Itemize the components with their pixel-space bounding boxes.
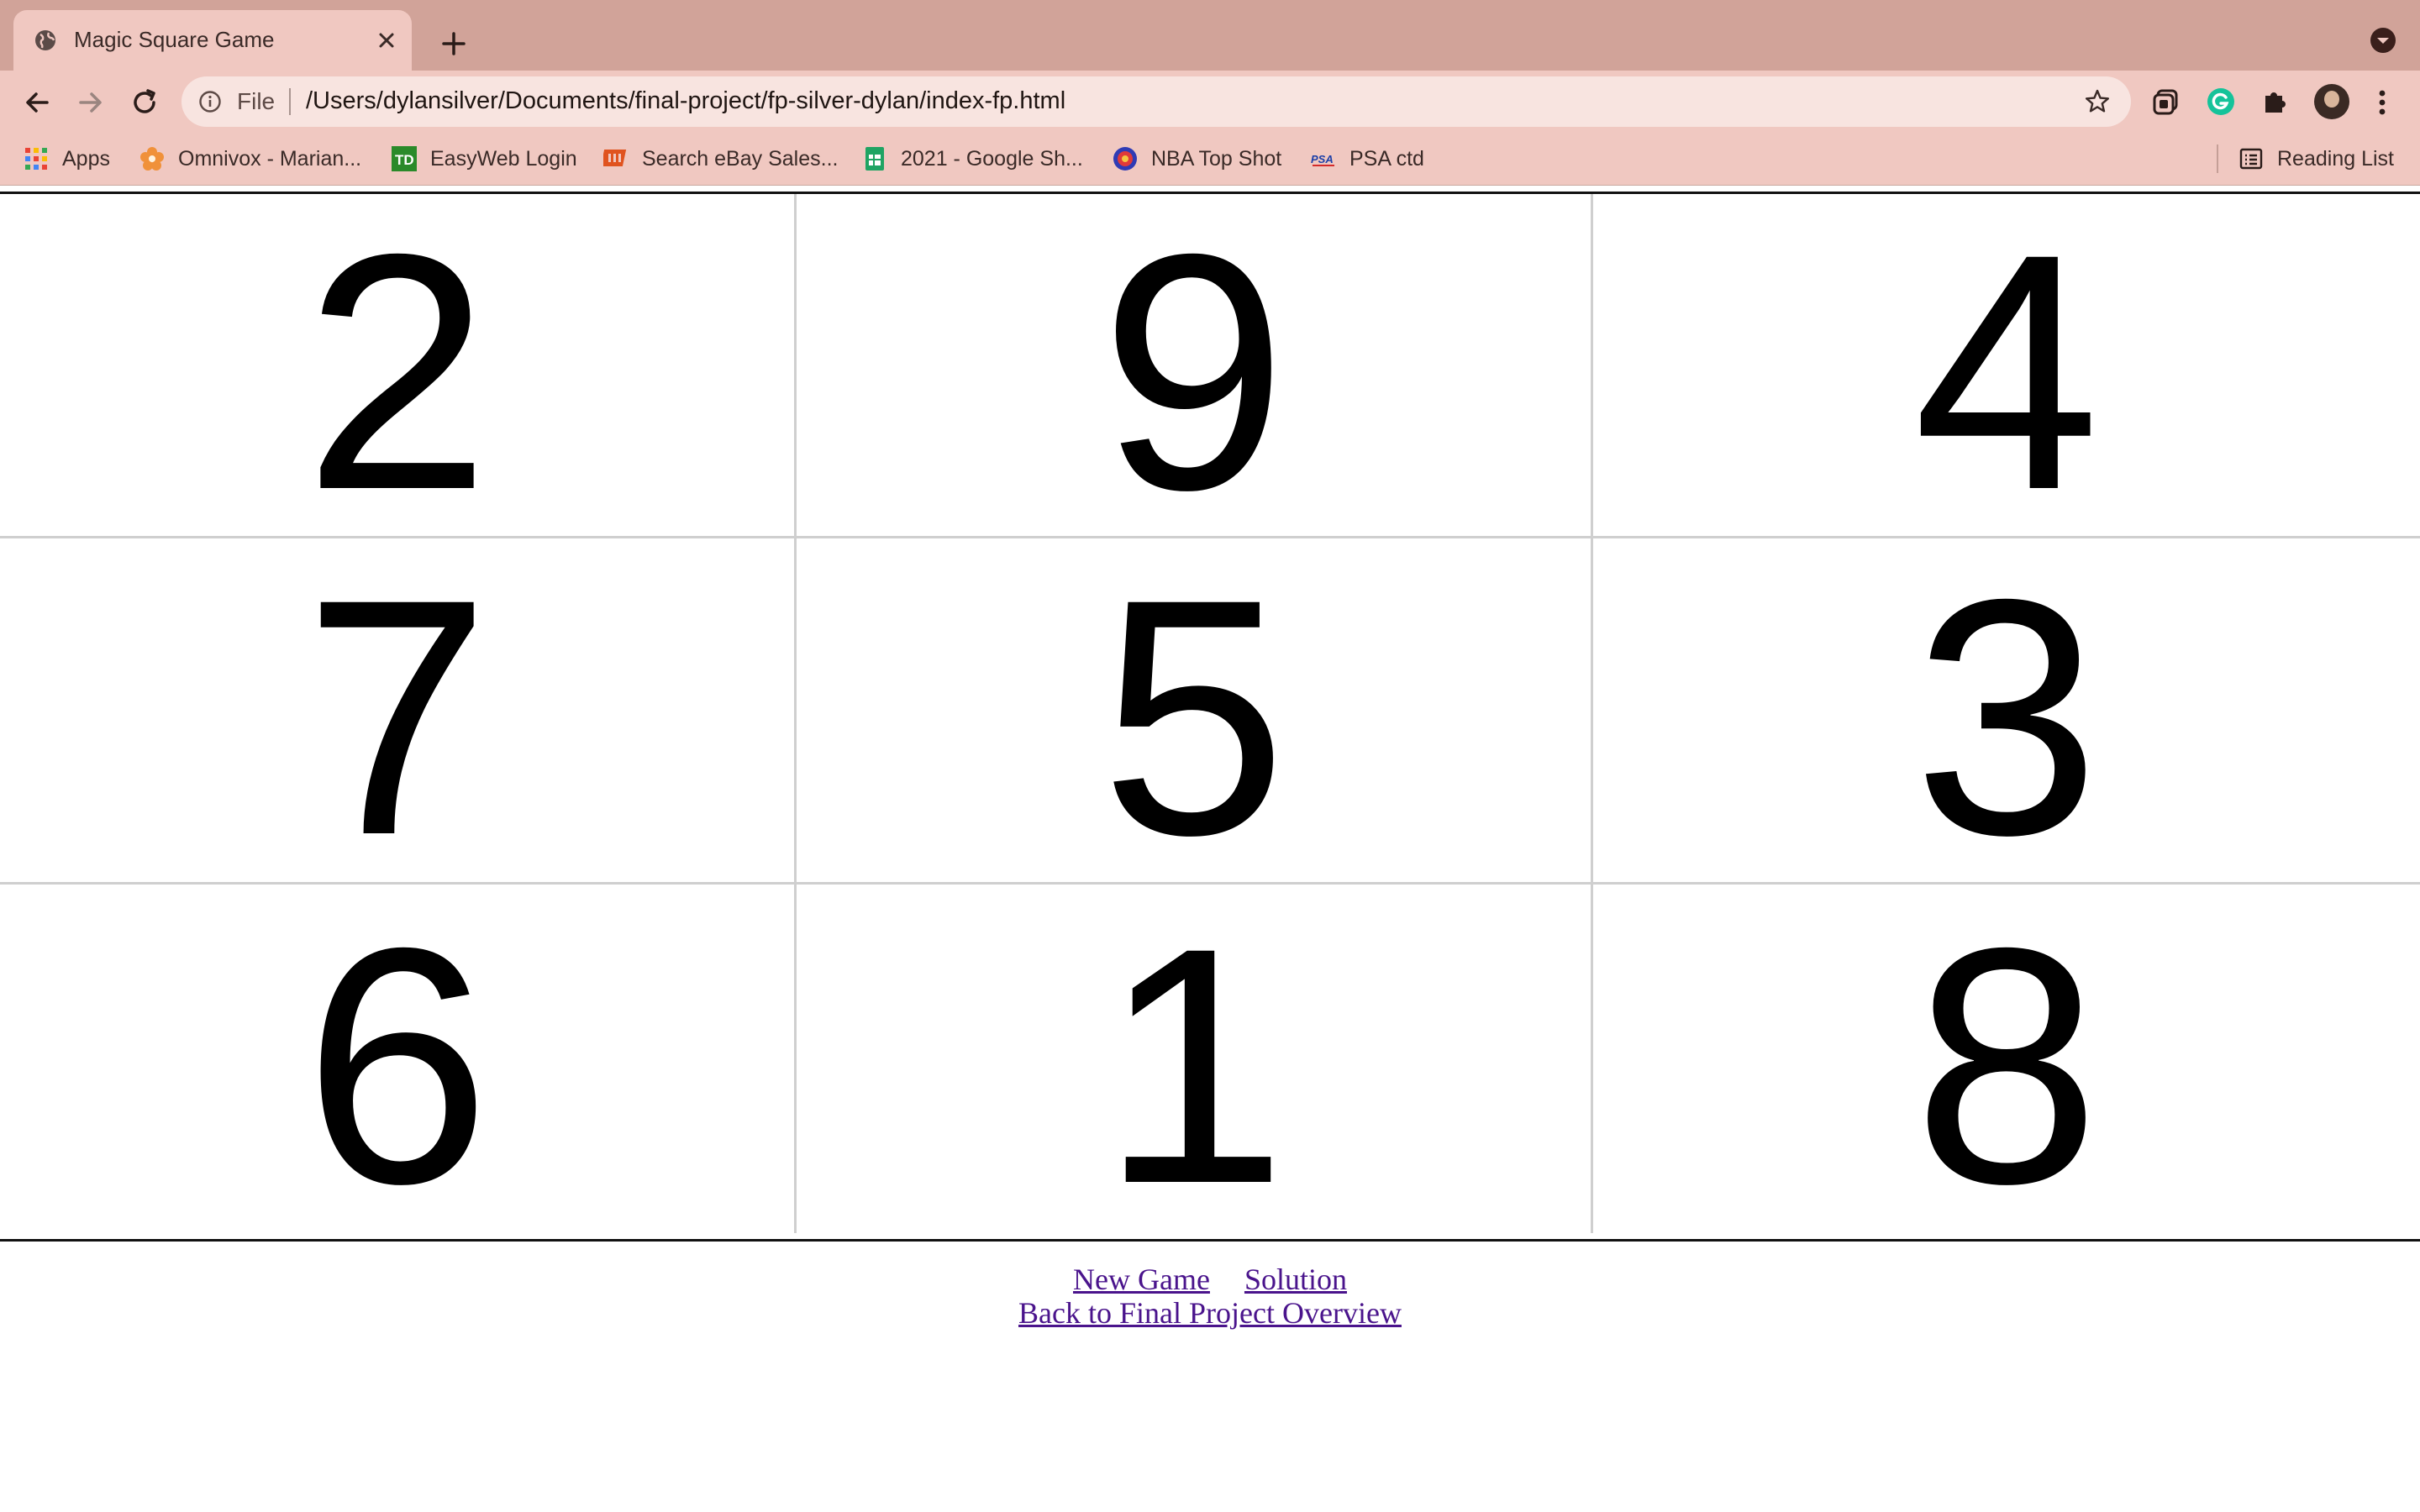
reading-list-label: Reading List [2277,146,2394,171]
cell-r3-c2[interactable]: 1 [797,885,1593,1233]
site-info-icon[interactable] [198,90,222,113]
cell-r1-c2[interactable]: 9 [797,183,1593,559]
back-row: Back to Final Project Overview [0,1296,2420,1330]
bookmark-psa[interactable]: PSA PSA ctd [1311,144,1424,173]
cell-number: 1 [1100,877,1287,1253]
back-arrow-icon[interactable] [20,86,54,119]
cell-number: 8 [1912,877,2101,1253]
bookmark-easyweb[interactable]: TD EasyWeb Login [392,144,577,173]
apps-grid-icon [25,148,47,170]
magic-square-grid: 2 9 4 7 5 3 6 1 8 [0,194,2420,1233]
new-tab-plus-icon[interactable] [435,25,472,62]
bookmarks-bar: Apps Omnivox - Marian... TD EasyWeb Logi… [0,133,2420,186]
more-options-icon[interactable] [2368,86,2396,119]
bookmark-label: NBA Top Shot [1151,146,1282,171]
scheme-label: File [237,88,276,114]
bookmark-label: EasyWeb Login [430,146,577,171]
bookmark-google-sheets[interactable]: 2021 - Google Sh... [862,144,1083,173]
profile-avatar[interactable] [2314,84,2349,119]
cell-number: 7 [303,528,491,905]
bookmark-label: Apps [62,146,110,171]
svg-text:TD: TD [395,152,414,168]
td-bank-icon: TD [392,146,417,171]
active-tab[interactable]: Magic Square Game [13,10,412,71]
cell-r2-c1[interactable]: 7 [0,538,797,885]
reading-list-icon [2239,148,2263,170]
bookmark-label: PSA ctd [1349,146,1424,171]
bookmark-apps[interactable]: Apps [24,144,110,173]
cell-number: 9 [1100,183,1287,559]
bookmarks-divider [2217,144,2218,173]
game-controls: New Game Solution [0,1263,2420,1296]
cell-r1-c1[interactable]: 2 [0,183,797,559]
magic-square-board: 2 9 4 7 5 3 6 1 8 [0,192,2420,1242]
back-to-overview-link[interactable]: Back to Final Project Overview [1018,1296,1402,1330]
game-links: New Game Solution Back to Final Project … [0,1263,2420,1330]
cell-r1-c3[interactable]: 4 [1593,183,2420,559]
cell-r2-c2[interactable]: 5 [797,538,1593,885]
new-game-link[interactable]: New Game [1073,1263,1210,1296]
extensions-puzzle-icon[interactable] [2259,86,2291,118]
reading-list-button[interactable]: Reading List [2238,144,2394,173]
cell-number: 3 [1912,528,2101,905]
bookmark-star-icon[interactable] [2084,88,2111,115]
solution-link[interactable]: Solution [1244,1263,1347,1296]
bookmark-label: Omnivox - Marian... [178,146,362,171]
omnibox-separator [289,88,291,115]
tab-search-chevron-icon[interactable] [2370,27,2396,54]
cell-r3-c3[interactable]: 8 [1593,885,2420,1233]
bookmark-label: Search eBay Sales... [642,146,839,171]
url-text[interactable]: /Users/dylansilver/Documents/final-proje… [306,87,1065,115]
cell-number: 4 [1912,183,2101,559]
browser-toolbar: File /Users/dylansilver/Documents/final-… [0,71,2420,133]
globe-icon [35,30,55,50]
psa-icon: PSA [1311,153,1334,166]
google-sheets-icon [865,147,884,171]
bookmark-nba-top-shot[interactable]: NBA Top Shot [1113,144,1281,173]
reload-icon[interactable] [128,86,161,119]
omnivox-flower-icon [140,147,164,171]
cell-number: 6 [303,877,491,1253]
page-content: 2 9 4 7 5 3 6 1 8 New Game Solution Back… [0,186,2420,1512]
bookmark-label: 2021 - Google Sh... [901,146,1083,171]
svg-text:PSA: PSA [1311,153,1334,165]
cell-number: 2 [303,183,491,559]
forward-arrow-icon[interactable] [74,86,108,119]
bookmark-ebay-sales[interactable]: Search eBay Sales... [603,144,838,173]
cell-r3-c1[interactable]: 6 [0,885,797,1233]
grammarly-icon[interactable] [2205,86,2237,118]
tab-title: Magic Square Game [74,27,275,52]
130point-icon [603,150,627,166]
nba-top-shot-icon [1113,147,1137,171]
cell-number: 5 [1100,528,1287,905]
close-tab-icon[interactable] [375,29,398,52]
screen-capture-extension-icon[interactable] [2151,86,2183,118]
address-bar[interactable]: File /Users/dylansilver/Documents/final-… [182,76,2131,127]
browser-tabstrip: Magic Square Game [0,0,2420,71]
cell-r2-c3[interactable]: 3 [1593,538,2420,885]
bookmark-omnivox[interactable]: Omnivox - Marian... [139,144,361,173]
